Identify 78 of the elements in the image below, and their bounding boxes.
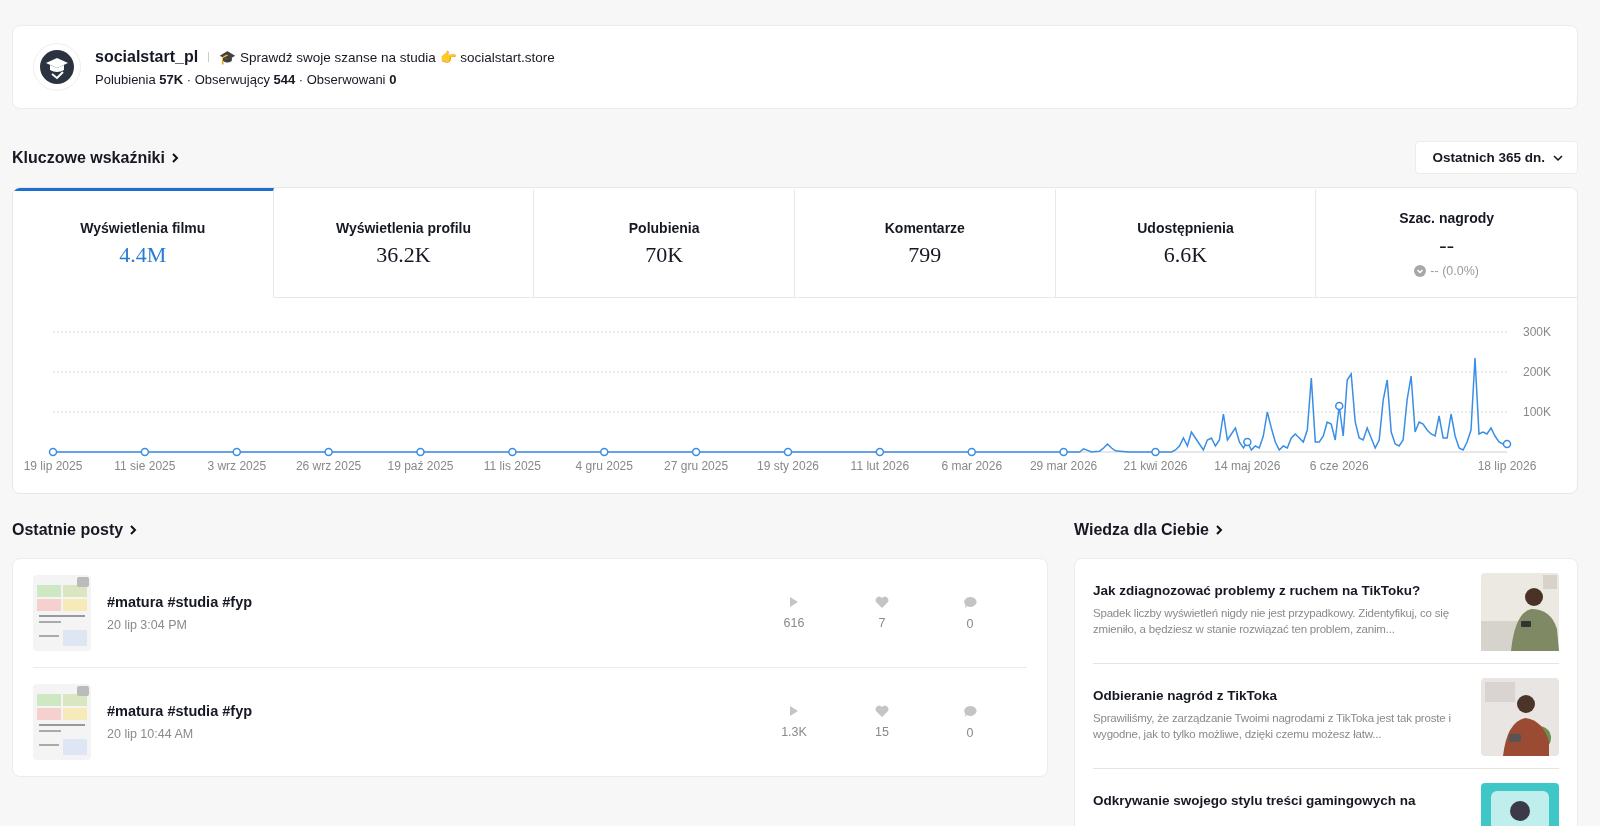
data-point: [416, 447, 425, 457]
section-link[interactable]: Wiedza dla Ciebie: [1074, 521, 1223, 539]
article-item[interactable]: Odbieranie nagród z TikToka Sprawiliśmy, że zarządzanie Twoimi nagrodami z TikToka jest tak proste i wygodne, jak to tylko możliwe, dzięki czemu możesz łatw...: [1093, 664, 1559, 769]
article-title: Odkrywanie swojego stylu treści gamingowych na: [1093, 793, 1417, 808]
article-summary: Sprawiliśmy, że zarządzanie Twoimi nagrodami z TikToka jest tak proste i wygodne, jak to tylko możliwe, dzięki czemu możesz łatw...: [1093, 711, 1452, 742]
section-link[interactable]: Kluczowe wskaźniki: [12, 148, 179, 167]
heart-icon: [875, 596, 889, 608]
data-point: [1502, 439, 1512, 449]
data-point: [1335, 401, 1344, 411]
profile-stats: Polubienia 57K · Obserwujący 544 · Obserwowani 0: [95, 71, 398, 87]
chevron-icon: [129, 524, 138, 536]
chevron-icon: [170, 151, 179, 164]
data-point: [48, 447, 58, 457]
x-axis-label: 11 lis 2025: [483, 459, 541, 473]
comment-count: 0: [966, 616, 974, 631]
caret-icon: [1553, 153, 1563, 162]
data-point: [1243, 437, 1252, 447]
data-point: [691, 447, 701, 457]
x-axis-label: 29 mar 2026: [1029, 459, 1098, 473]
data-point: [1151, 447, 1160, 457]
data-point: [600, 447, 609, 457]
data-point: [783, 447, 793, 457]
post-date: 20 lip 10:44 AM: [107, 727, 195, 741]
x-axis-label: 4 gru 2025: [575, 459, 633, 473]
comment-count: 0: [966, 725, 974, 740]
y-axis-label: 100K: [1523, 405, 1552, 419]
data-point: [324, 447, 333, 457]
play-icon: [789, 705, 799, 717]
metric-tab[interactable]: Wyświetlenia profilu 36.2K: [273, 188, 535, 298]
section-link[interactable]: Ostatnie posty: [12, 521, 138, 539]
x-axis-label: 19 lip 2025: [23, 459, 83, 473]
x-axis-label: 11 sie 2025: [114, 459, 176, 473]
like-count: 7: [878, 616, 886, 630]
x-axis-label: 14 maj 2026: [1214, 459, 1281, 473]
article-item[interactable]: Odkrywanie swojego stylu treści gamingowych na: [1093, 769, 1559, 826]
article-title: Jak zdiagnozować problemy z ruchem na TikToku?: [1093, 583, 1422, 598]
post-row[interactable]: #matura #studia #fyp 20 lip 10:44 AM 1.3K 15 0: [33, 668, 1027, 776]
x-axis-label: 19 sty 2026: [756, 459, 819, 473]
article-item[interactable]: Jak zdiagnozować problemy z ruchem na TikToku? Spadek liczby wyświetleń nigdy nie jest przypadkowy. Zidentyfikuj, co się zmieniło, a będziesz w stanie rozwiązać ten problem, zanim...: [1093, 559, 1559, 664]
x-axis-label: 21 kwi 2026: [1123, 459, 1188, 473]
metric-tab[interactable]: Komentarze 799: [795, 188, 1056, 298]
view-count: 616: [783, 616, 805, 630]
data-point: [967, 447, 976, 457]
x-axis-label: 18 lip 2026: [1477, 459, 1537, 473]
x-axis-label: 6 mar 2026: [941, 459, 1003, 473]
heart-icon: [875, 705, 889, 717]
metric-tab[interactable]: Udostępnienia 6.6K: [1055, 188, 1317, 298]
data-point: [140, 447, 150, 457]
metric-tab[interactable]: Wyświetlenia filmu 4.4M: [13, 188, 274, 298]
metric-tab[interactable]: Szac. nagrody -- -- (0.0%): [1316, 188, 1577, 298]
period-dropdown[interactable]: Ostatnich 365 dn.: [1415, 141, 1578, 174]
y-axis-label: 300K: [1523, 325, 1552, 339]
post-caption: #matura #studia #fyp: [107, 594, 254, 610]
comment-icon: [963, 595, 977, 609]
play-icon: [789, 596, 799, 608]
post-date: 20 lip 3:04 PM: [107, 618, 188, 632]
comment-icon: [963, 704, 977, 718]
view-count: 1.3K: [781, 725, 807, 739]
x-axis-label: 26 wrz 2025: [295, 459, 362, 473]
x-axis-label: 27 gru 2025: [664, 459, 729, 473]
x-axis-label: 6 cze 2026: [1309, 459, 1369, 473]
like-count: 15: [875, 725, 889, 739]
article-title: Odbieranie nagród z TikToka: [1093, 688, 1279, 703]
data-point: [508, 447, 517, 457]
x-axis-label: 11 lut 2026: [850, 459, 910, 473]
chevron-icon: [1215, 524, 1223, 536]
data-point: [875, 447, 885, 457]
y-axis-label: 200K: [1523, 365, 1552, 379]
bio-text: 🎓 Sprawdź swoje szanse na studia 👉 socialstart.store: [219, 48, 555, 65]
data-point: [232, 447, 241, 457]
username: socialstart_pl: [95, 47, 199, 66]
post-row[interactable]: #matura #studia #fyp 20 lip 3:04 PM 616 7 0: [33, 559, 1027, 668]
data-point: [1059, 447, 1068, 457]
metric-tab[interactable]: Polubienia 70K: [534, 188, 795, 298]
post-caption: #matura #studia #fyp: [107, 703, 254, 719]
article-summary: Spadek liczby wyświetleń nigdy nie jest przypadkowy. Zidentyfikuj, co się zmieniło, a będziesz w stanie rozwiązać ten problem, zanim...: [1093, 606, 1450, 637]
x-axis-label: 19 paź 2025: [387, 459, 454, 473]
x-axis-label: 3 wrz 2025: [207, 459, 267, 473]
